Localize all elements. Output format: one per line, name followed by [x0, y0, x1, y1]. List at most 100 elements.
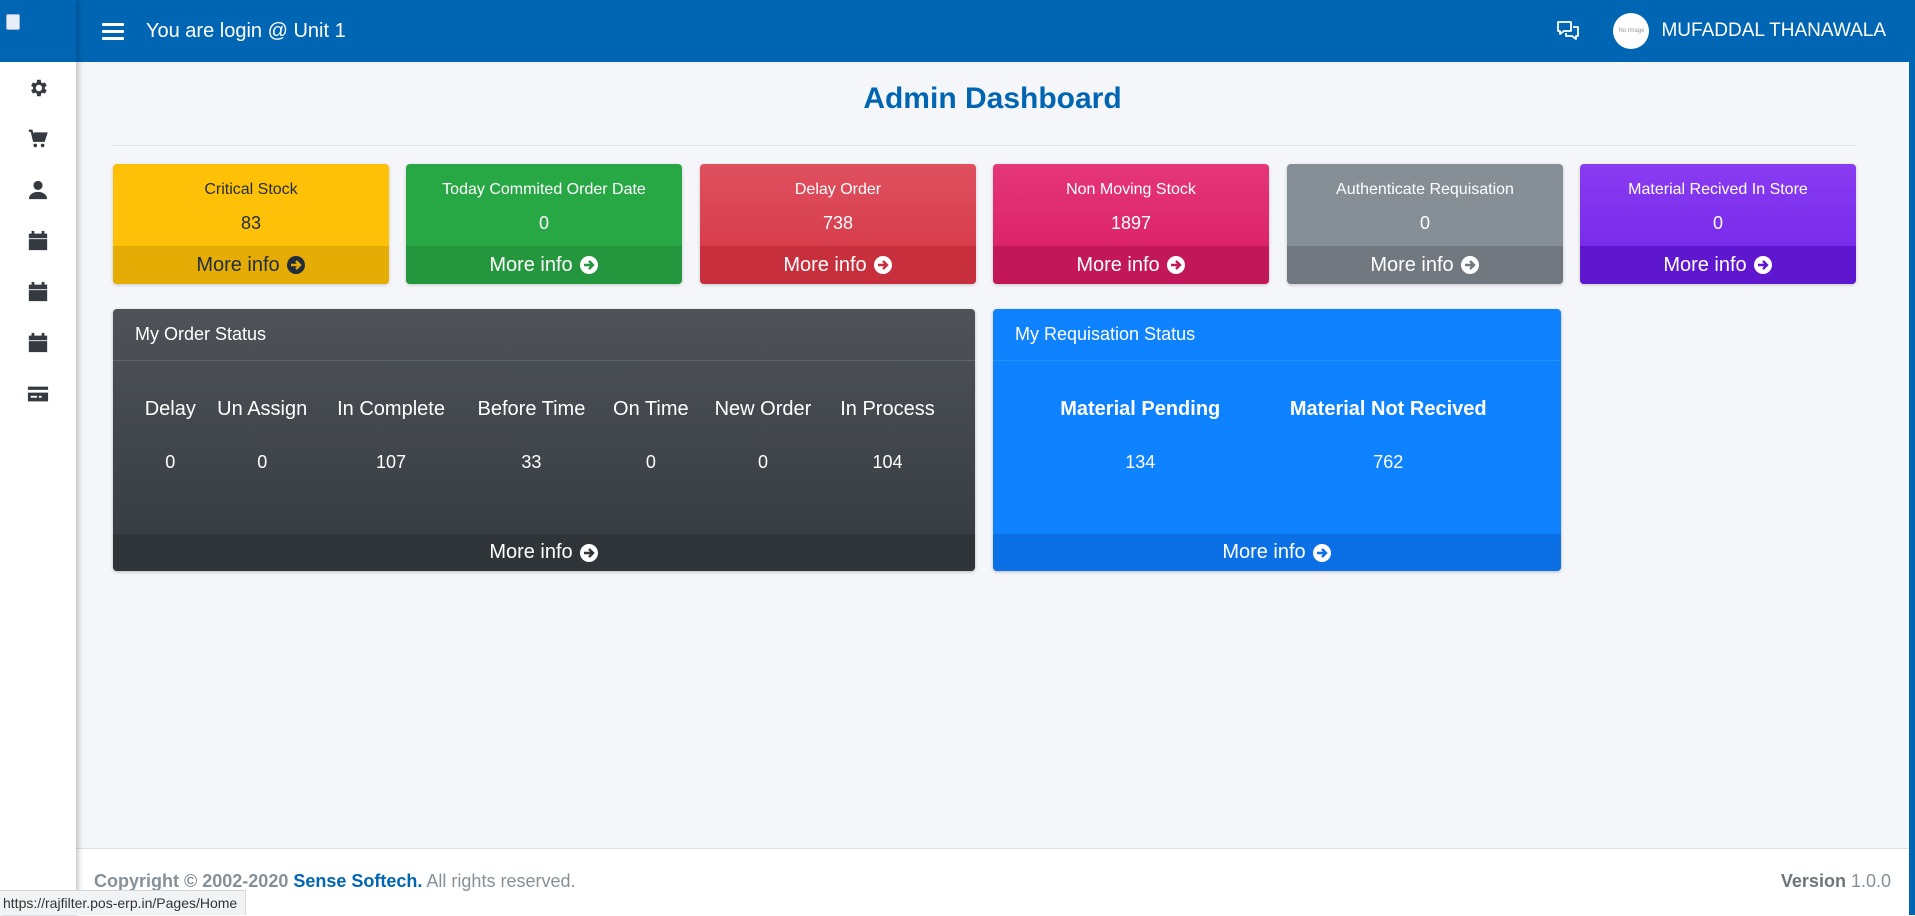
table-cell: 0: [757, 452, 768, 472]
order-status-table: Delay Un Assign In Complete Before Time …: [137, 389, 949, 473]
small-box-title: Critical Stock: [204, 181, 298, 198]
more-info-link[interactable]: More info: [1287, 246, 1563, 284]
brand-logo[interactable]: [0, 0, 76, 62]
table-cell: 134: [1125, 452, 1156, 472]
requisation-status-table: Material Pending Material Not Recived 13…: [1029, 389, 1525, 473]
sidebar-item-user[interactable]: [0, 164, 76, 215]
calendar-icon: [28, 332, 48, 352]
calendar-icon: [28, 281, 48, 301]
card-title: My Order Status: [113, 309, 975, 361]
small-box-critical-stock: Critical Stock 83 More info: [113, 164, 389, 284]
order-status-card: My Order Status Delay Un Assign In Compl…: [113, 309, 975, 571]
table-cell: 107: [376, 452, 407, 472]
small-box-title: Delay Order: [794, 181, 882, 198]
table-cell: 104: [872, 452, 903, 472]
more-info-link[interactable]: More info: [993, 246, 1269, 284]
arrow-circle-right-icon: [1753, 256, 1772, 274]
column-header: Un Assign: [217, 397, 308, 420]
more-info-label: More info: [783, 253, 867, 276]
small-box-non-moving-stock: Non Moving Stock 1897 More info: [993, 164, 1269, 284]
more-info-label: More info: [1222, 541, 1306, 563]
main-content: Admin Dashboard Critical Stock 83 More i…: [76, 62, 1909, 848]
rights-text: All rights reserved.: [426, 871, 576, 891]
column-header: Before Time: [477, 397, 586, 420]
small-box-material-recived: Material Recived In Store 0 More info: [1580, 164, 1856, 284]
top-navbar: You are login @ Unit 1 No Image MUFADDAL…: [76, 0, 1909, 62]
table-cell: 762: [1373, 452, 1404, 472]
avatar[interactable]: No Image: [1613, 13, 1650, 49]
table-row: 134 762: [1029, 429, 1525, 473]
table-cell: 0: [257, 452, 268, 472]
sidebar-item-settings[interactable]: [0, 62, 76, 113]
sidebar-item-calendar-2[interactable]: [0, 266, 76, 317]
small-box-title: Non Moving Stock: [1066, 181, 1196, 198]
more-info-label: More info: [489, 541, 573, 563]
table-cell: 33: [521, 452, 542, 472]
card-title: My Requisation Status: [993, 309, 1561, 361]
small-box-value: 1897: [1110, 213, 1152, 233]
status-bar-url: https://rajfilter.pos-erp.in/Pages/Home: [0, 890, 247, 915]
small-box-today-order: Today Commited Order Date 0 More info: [406, 164, 682, 284]
small-box-title: Authenticate Requisation: [1336, 181, 1514, 198]
arrow-circle-right-icon: [579, 543, 598, 562]
small-box-title: Today Commited Order Date: [442, 181, 646, 198]
gear-icon: [31, 79, 47, 96]
more-info-link[interactable]: More info: [1580, 246, 1856, 284]
small-box-title: Material Recived In Store: [1628, 181, 1808, 198]
column-header: Material Not Recived: [1289, 397, 1487, 420]
more-info-label: More info: [1370, 253, 1454, 276]
column-header: Material Pending: [1060, 397, 1221, 420]
table-cell: 0: [645, 452, 656, 472]
right-edge: [1909, 0, 1915, 915]
more-info-link[interactable]: More info: [700, 246, 976, 284]
sidebar-item-calendar-1[interactable]: [0, 215, 76, 266]
login-unit-text: You are login @ Unit 1: [146, 19, 346, 42]
sidebar-item-cart[interactable]: [0, 113, 76, 164]
column-header: In Process: [840, 397, 935, 420]
more-info-link[interactable]: More info: [113, 246, 389, 284]
menu-toggle-icon[interactable]: [102, 19, 124, 44]
cart-icon: [28, 129, 48, 147]
version-value: 1.0.0: [1850, 871, 1891, 891]
arrow-circle-right-icon: [286, 256, 305, 274]
version-label: Version: [1780, 871, 1846, 891]
page-footer: Copyright © 2002-2020 Sense Softech. All…: [76, 848, 1909, 916]
arrow-circle-right-icon: [1166, 256, 1185, 274]
sidebar-item-card[interactable]: [0, 368, 76, 419]
column-header: New Order: [714, 397, 812, 420]
user-icon: [28, 180, 48, 199]
arrow-circle-right-icon: [873, 256, 892, 274]
small-box-value: 738: [822, 213, 854, 233]
more-info-link[interactable]: More info: [993, 534, 1561, 571]
page-title: Admin Dashboard: [863, 82, 1122, 115]
small-box-value: 0: [1419, 213, 1430, 233]
requisation-status-card: My Requisation Status Material Pending M…: [993, 309, 1561, 571]
more-info-link[interactable]: More info: [406, 246, 682, 284]
small-box-delay-order: Delay Order 738 More info: [700, 164, 976, 284]
more-info-link[interactable]: More info: [113, 534, 975, 571]
company-link[interactable]: Sense Softech.: [293, 871, 422, 891]
small-box-value: 0: [538, 213, 549, 233]
broken-image-icon: [6, 14, 20, 30]
column-header: On Time: [613, 397, 689, 420]
version-text: Version 1.0.0: [1781, 871, 1891, 892]
arrow-circle-right-icon: [1460, 256, 1479, 274]
user-name[interactable]: MUFADDAL THANAWALA: [1661, 20, 1886, 42]
sidebar: [0, 0, 76, 915]
table-cell: 0: [165, 452, 176, 472]
chat-icon[interactable]: [1555, 18, 1581, 44]
more-info-label: More info: [489, 253, 573, 276]
arrow-circle-right-icon: [579, 256, 598, 274]
small-box-authenticate-requisation: Authenticate Requisation 0 More info: [1287, 164, 1563, 284]
more-info-label: More info: [196, 253, 280, 276]
small-box-value: 83: [240, 213, 262, 233]
small-box-value: 0: [1712, 213, 1723, 233]
column-header: In Complete: [337, 397, 445, 420]
column-header: Delay: [144, 397, 196, 420]
arrow-circle-right-icon: [1312, 543, 1331, 562]
more-info-label: More info: [1076, 253, 1160, 276]
divider: [112, 145, 1857, 146]
more-info-label: More info: [1663, 253, 1747, 276]
sidebar-item-calendar-3[interactable]: [0, 317, 76, 368]
copyright-label: Copyright © 2002-2020: [94, 871, 289, 891]
